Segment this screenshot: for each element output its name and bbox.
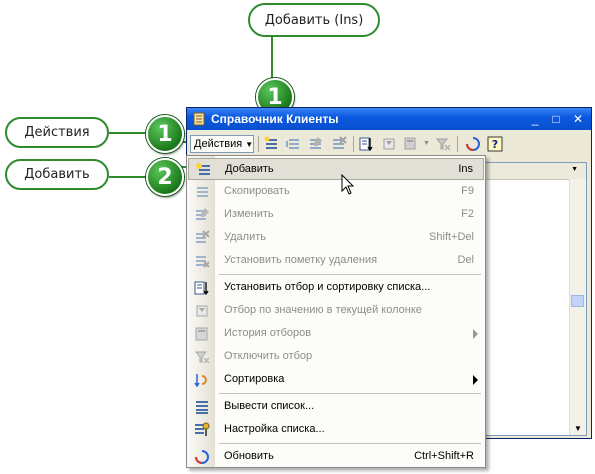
submenu-arrow-icon <box>473 329 478 339</box>
maximize-button[interactable]: □ <box>548 111 564 127</box>
menu-item-label: Удалить <box>224 231 266 243</box>
catalog-icon <box>193 112 205 126</box>
menu-item-shortcut: Del <box>457 254 474 266</box>
refresh-icon <box>195 450 209 464</box>
clear-filter-icon[interactable] <box>435 136 451 152</box>
menu-item-sort[interactable]: Сортировка <box>188 369 484 391</box>
callout-add-ins-label: Добавить (Ins) <box>264 12 364 28</box>
toolbar-separator <box>353 136 354 152</box>
menu-item-copy[interactable]: Скопировать F9 <box>188 181 484 203</box>
menu-item-label: Отбор по значению в текущей колонке <box>224 304 422 316</box>
menu-item-shortcut: Ctrl+Shift+R <box>414 450 474 462</box>
vertical-scrollbar[interactable]: ▼ <box>569 179 586 435</box>
add-group-icon[interactable] <box>285 136 301 152</box>
menu-item-mark-delete[interactable]: Установить пометку удаления Del <box>188 250 484 272</box>
svg-text:?: ? <box>492 138 498 151</box>
toolbar-separator <box>457 136 458 152</box>
menu-item-add[interactable]: Добавить Ins <box>188 158 484 180</box>
callout-number-text: 1 <box>267 84 283 110</box>
add-icon <box>196 163 210 175</box>
filter-sort-icon <box>194 281 209 296</box>
menu-item-edit[interactable]: Изменить F2 <box>188 204 484 226</box>
callout-number-2: 2 <box>146 158 184 196</box>
toolbar-separator <box>258 136 259 152</box>
sort-icon <box>194 374 207 388</box>
callout-connector <box>271 37 273 79</box>
delete-icon[interactable] <box>331 136 347 152</box>
menu-item-label: Сортировка <box>224 373 285 385</box>
menu-item-label: Установить отбор и сортировку списка... <box>224 281 431 293</box>
callout-number-text: 1 <box>157 121 173 147</box>
callout-connector <box>109 176 147 178</box>
window-titlebar[interactable]: Справочник Клиенты _ □ ✕ <box>187 108 591 130</box>
callout-number-1-left: 1 <box>146 115 184 153</box>
scroll-down-arrow-icon[interactable]: ▼ <box>574 424 582 433</box>
actions-dropdown-menu: Добавить Ins Скопировать F9 Изменить F2 … <box>186 155 486 468</box>
filter-by-value-icon <box>196 305 208 317</box>
edit-icon[interactable] <box>308 136 324 152</box>
minimize-button[interactable]: _ <box>527 111 543 127</box>
output-list-icon <box>196 401 208 414</box>
add-icon[interactable] <box>264 136 280 152</box>
submenu-arrow-icon <box>473 375 478 385</box>
menu-item-delete[interactable]: Удалить Shift+Del <box>188 227 484 249</box>
callout-add: Добавить <box>5 159 109 190</box>
menu-item-label: Настройка списка... <box>224 423 325 435</box>
menu-item-label: Скопировать <box>224 185 290 197</box>
list-settings-icon <box>195 422 210 436</box>
menu-separator <box>219 274 481 275</box>
window-title: Справочник Клиенты <box>211 112 339 126</box>
actions-menu-button[interactable]: Действия ▼ <box>190 135 254 153</box>
menu-item-filter-history[interactable]: История отборов <box>188 323 484 345</box>
close-button[interactable]: ✕ <box>570 111 586 127</box>
delete-icon <box>196 230 210 243</box>
help-icon[interactable]: ? <box>487 136 503 152</box>
actions-menu-label: Действия <box>194 138 243 150</box>
chevron-down-icon[interactable]: ▼ <box>571 166 578 173</box>
callout-actions: Действия <box>5 117 109 148</box>
menu-item-refresh[interactable]: Обновить Ctrl+Shift+R <box>188 446 484 468</box>
callout-number-text: 2 <box>157 164 173 190</box>
menu-separator <box>219 393 481 394</box>
chevron-down-icon: ▼ <box>245 139 254 149</box>
filter-history-icon[interactable] <box>403 136 419 152</box>
refresh-icon[interactable] <box>465 136 481 152</box>
menu-item-filter-by-value[interactable]: Отбор по значению в текущей колонке <box>188 300 484 322</box>
menu-item-label: История отборов <box>224 327 312 339</box>
callout-actions-label: Действия <box>24 125 90 140</box>
menu-item-label: Отключить отбор <box>224 350 313 362</box>
menu-item-filter-sort[interactable]: Установить отбор и сортировку списка... <box>188 277 484 299</box>
menu-item-label: Обновить <box>224 450 274 462</box>
menu-item-clear-filter[interactable]: Отключить отбор <box>188 346 484 368</box>
filter-by-value-icon[interactable] <box>381 136 397 152</box>
clear-filter-icon <box>194 351 210 364</box>
mouse-cursor-icon <box>341 174 355 195</box>
menu-item-label: Изменить <box>224 208 274 220</box>
edit-icon <box>196 208 209 220</box>
toolbar: Действия ▼ ▼ ? <box>187 131 591 157</box>
scrollbar-thumb[interactable] <box>571 295 584 307</box>
copy-icon <box>197 187 208 197</box>
filter-history-icon <box>195 327 208 341</box>
callout-add-ins: Добавить (Ins) <box>248 3 380 37</box>
filter-icon[interactable] <box>359 136 375 152</box>
menu-item-label: Установить пометку удаления <box>224 254 378 266</box>
menu-item-label: Вывести список... <box>224 400 315 412</box>
mark-delete-icon <box>196 256 210 268</box>
callout-connector <box>109 132 147 134</box>
menu-item-output-list[interactable]: Вывести список... <box>188 396 484 418</box>
menu-item-label: Добавить <box>225 163 274 175</box>
menu-item-shortcut: F2 <box>461 208 474 220</box>
menu-item-shortcut: Shift+Del <box>429 231 474 243</box>
menu-separator <box>219 443 481 444</box>
menu-item-list-settings[interactable]: Настройка списка... <box>188 419 484 441</box>
menu-item-shortcut: Ins <box>458 163 473 175</box>
menu-item-shortcut: F9 <box>461 185 474 197</box>
chevron-down-icon[interactable]: ▼ <box>423 140 430 147</box>
callout-add-label: Добавить <box>24 167 90 182</box>
